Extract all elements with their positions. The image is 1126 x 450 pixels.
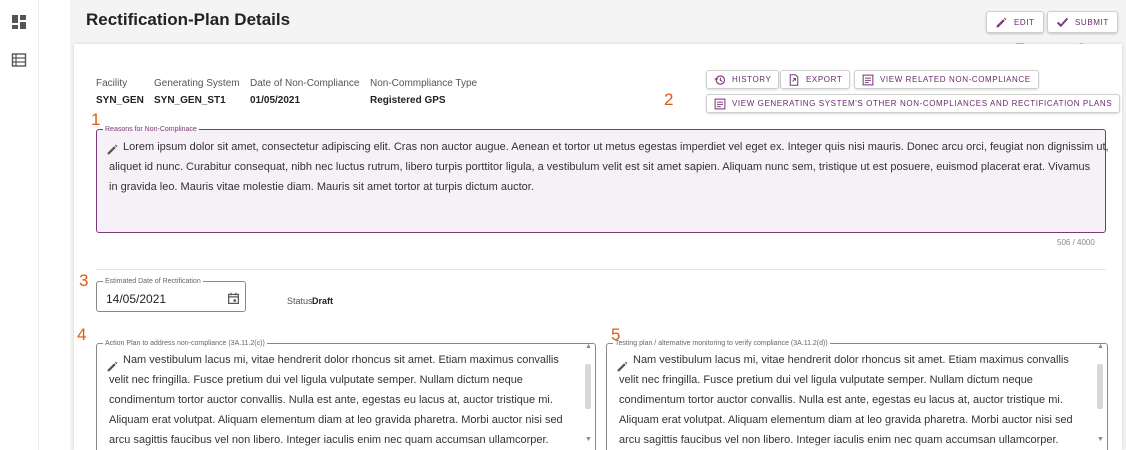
noncompliance-type-label: Non-Commpliance Type [370,78,478,89]
scroll-up-icon[interactable]: ▲ [1097,343,1104,350]
reasons-line-3: in gravida leo. Mauris vitae molestie di… [109,181,534,193]
facility-value: SYN_GEN [96,95,144,106]
history-button[interactable]: HISTORY [706,70,780,89]
reasons-text: Lorem ipsum dolor sit amet, consectetur … [109,137,1113,197]
view-related-noncompliance-button[interactable]: VIEW RELATED NON-COMPLIANCE [854,70,1039,89]
scroll-down-icon[interactable]: ▼ [1097,436,1104,443]
estimated-date-value: 14/05/2021 [106,292,167,306]
submit-button-label: SUBMIT [1075,17,1109,27]
checkmark-icon [1056,17,1069,27]
pencil-icon [107,144,118,155]
view-other-noncompliances-button[interactable]: VIEW GENERATING SYSTEM'S OTHER NON-COMPL… [706,94,1121,113]
submit-button[interactable]: SUBMIT [1047,11,1118,33]
character-counter: 506 / 4000 [1057,238,1095,247]
history-icon [714,74,726,85]
status-label: Status [287,296,313,306]
estimated-date-label: Estimated Date of Rectification [105,278,201,285]
action-plan-label: Action Plan to address non-compliance (3… [105,340,265,347]
nav-rail [0,0,39,450]
noncompliance-date-value: 01/05/2021 [250,95,301,106]
action-plan-line-3: condimentum tortor auctor convallis. Nul… [109,394,553,406]
document-list-icon [862,74,874,85]
action-plan-line-1: Nam vestibulum lacus mi, vitae hendrerit… [123,354,559,366]
noncompliance-date-label: Date of Non-Compliance [250,78,360,89]
reasons-line-2: aliquet id nunc. Curabitur consequat, ni… [109,161,1091,173]
dashboard-icon[interactable] [11,14,27,30]
table-list-icon[interactable] [11,52,27,68]
action-plan-text: Nam vestibulum lacus mi, vitae hendrerit… [109,350,583,450]
annotation-4: 4 [77,325,87,344]
history-button-label: HISTORY [732,75,772,84]
generating-system-value: SYN_GEN_ST1 [154,95,226,106]
noncompliance-type-value: Registered GPS [370,95,446,106]
scroll-down-icon[interactable]: ▼ [585,436,592,443]
generating-system-label: Generating System [154,78,240,89]
details-card: Facility SYN_GEN Generating System SYN_G… [74,44,1122,450]
testing-plan-scrollbar[interactable] [1097,364,1103,409]
action-plan-line-5: arcu sagittis faucibus vel non libero. I… [109,434,549,446]
edit-button-label: EDIT [1014,17,1035,27]
testing-plan-line-3: condimentum tortor auctor convallis. Nul… [619,394,1063,406]
reasons-label: Reasons for Non-Complinace [105,126,197,133]
export-button-label: EXPORT [806,75,843,84]
view-other-noncompliances-label: VIEW GENERATING SYSTEM'S OTHER NON-COMPL… [732,99,1113,108]
action-plan-scrollbar[interactable] [585,364,591,409]
testing-plan-label: Testing plan / alternative monitoring to… [615,340,828,347]
testing-plan-line-4: Aliquam erat volutpat. Aliquam elementum… [619,414,1073,426]
facility-label: Facility [96,78,128,89]
action-plan-line-2: velit nec fringilla. Fusce pretium dui v… [109,374,523,386]
testing-plan-line-5: arcu sagittis faucibus vel non libero. I… [619,434,1059,446]
view-related-noncompliance-label: VIEW RELATED NON-COMPLIANCE [880,75,1031,84]
export-file-icon [789,73,799,86]
calendar-icon[interactable] [227,292,240,305]
document-list-icon [714,98,726,109]
section-divider [96,269,1106,270]
scroll-up-icon[interactable]: ▲ [585,343,592,350]
testing-plan-text: Nam vestibulum lacus mi, vitae hendrerit… [619,350,1093,450]
edit-button[interactable]: EDIT [986,11,1044,33]
testing-plan-line-2: velit nec fringilla. Fusce pretium dui v… [619,374,1033,386]
status-value: Draft [312,296,334,306]
pencil-icon [996,17,1007,27]
testing-plan-line-1: Nam vestibulum lacus mi, vitae hendrerit… [633,354,1069,366]
annotation-3: 3 [79,271,89,290]
annotation-2: 2 [664,90,674,109]
page-title: Rectification-Plan Details [86,10,291,29]
reasons-line-1: Lorem ipsum dolor sit amet, consectetur … [123,141,1109,153]
export-button[interactable]: EXPORT [780,70,851,89]
action-plan-line-4: Aliquam erat volutpat. Aliquam elementum… [109,414,563,426]
